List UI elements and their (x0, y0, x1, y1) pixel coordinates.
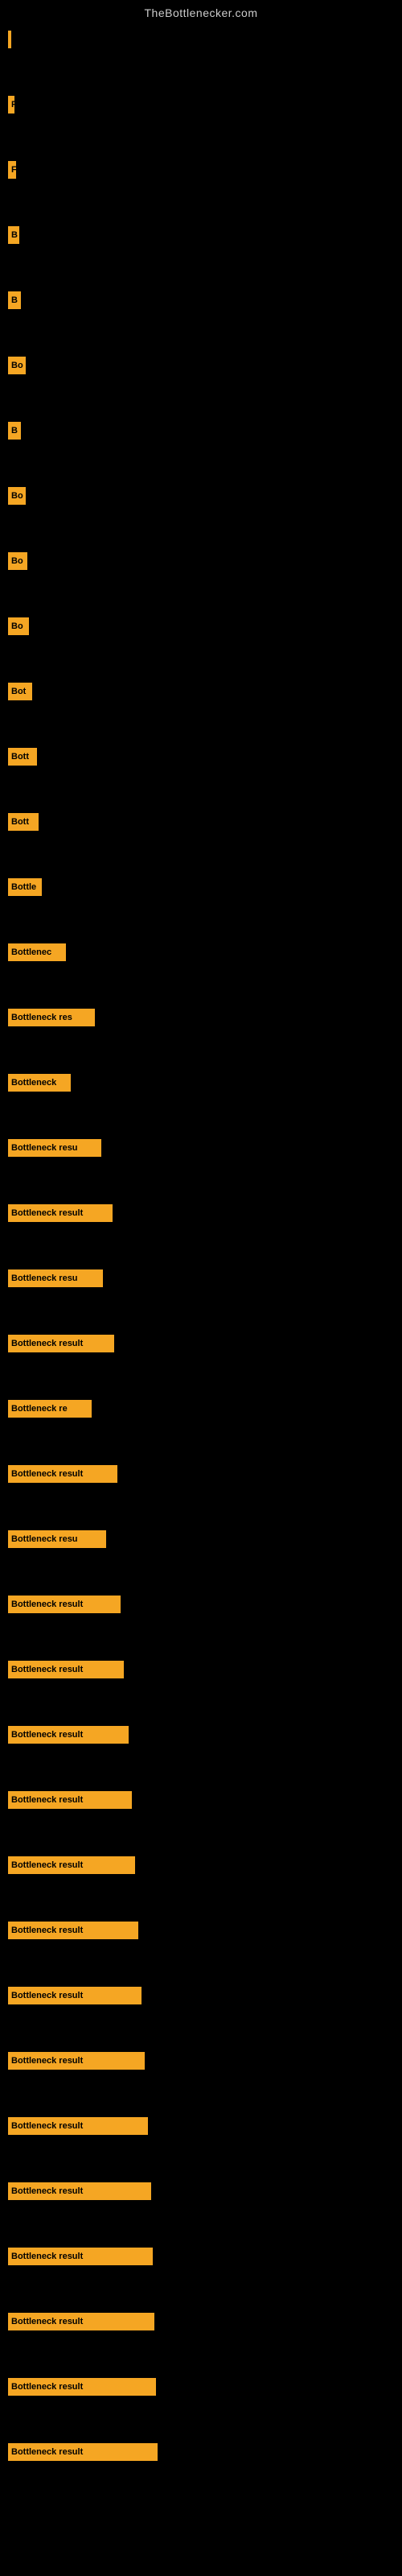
bar-item: Bo (8, 617, 29, 635)
bar-row: Bottleneck result (8, 1661, 402, 1678)
bar-row: Bottleneck result (8, 1596, 402, 1613)
bar-row: Bott (8, 813, 402, 831)
bar-row: Bott (8, 748, 402, 766)
bars-container: F F B B Bo B Bo Bo Bo Bot Bott Bott Bottle Bottlenec B… (0, 23, 402, 2508)
bar-row: Bottleneck result (8, 1987, 402, 2004)
bar-item: Bottle (8, 878, 42, 896)
bar-item: Bottlenec (8, 943, 66, 961)
bar-row: Bottleneck result (8, 2117, 402, 2135)
bar-item: Bottleneck resu (8, 1530, 106, 1548)
bar-item: Bo (8, 552, 27, 570)
bar-row: Bottleneck result (8, 1856, 402, 1874)
bar-row: B (8, 291, 402, 309)
bar-item: Bottleneck res (8, 1009, 95, 1026)
bar-row: Bottleneck result (8, 1922, 402, 1939)
bar-row: B (8, 422, 402, 440)
bar-item: Bottleneck result (8, 1856, 135, 1874)
bar-item: Bottleneck (8, 1074, 71, 1092)
bar-item: Bottleneck result (8, 1791, 132, 1809)
bar-item: B (8, 422, 21, 440)
bar-row: Bottleneck result (8, 2182, 402, 2200)
bar-item: Bo (8, 357, 26, 374)
bar-row: Bottleneck result (8, 2443, 402, 2461)
bar-item: Bo (8, 487, 26, 505)
bar-row: Bottleneck result (8, 2248, 402, 2265)
bar-item: Bottleneck result (8, 1204, 113, 1222)
bar-item: Bottleneck result (8, 1922, 138, 1939)
bar-item: Bottleneck result (8, 2182, 151, 2200)
bar-item: Bottleneck result (8, 1335, 114, 1352)
bar-row: Bottleneck result (8, 2378, 402, 2396)
bar-item: B (8, 291, 21, 309)
bar-item: Bottleneck resu (8, 1139, 101, 1157)
bar-row: B (8, 226, 402, 244)
bar-item: Bottleneck result (8, 2313, 154, 2330)
bar-item: Bottleneck result (8, 2248, 153, 2265)
bar-row: Bottle (8, 878, 402, 896)
bar-item: B (8, 226, 19, 244)
bar-row: Bottleneck result (8, 1791, 402, 1809)
bar-row: Bo (8, 552, 402, 570)
bar-item: Bottleneck result (8, 1596, 121, 1613)
bar-item: Bottleneck resu (8, 1269, 103, 1287)
bar-item: Bottleneck result (8, 1726, 129, 1744)
bar-item: Bottleneck result (8, 2443, 158, 2461)
bar-row: Bottleneck result (8, 1335, 402, 1352)
bar-row: Bot (8, 683, 402, 700)
bar-item: Bottleneck result (8, 2117, 148, 2135)
bar-row (8, 31, 402, 48)
bar-row: Bottleneck resu (8, 1269, 402, 1287)
bar-row: Bottleneck re (8, 1400, 402, 1418)
bar-item: Bottleneck result (8, 1987, 142, 2004)
bar-row: Bottleneck result (8, 2052, 402, 2070)
bar-row: Bo (8, 357, 402, 374)
bar-item: Bottleneck result (8, 2378, 156, 2396)
bar-row: Bottleneck res (8, 1009, 402, 1026)
bar-item: F (8, 96, 14, 114)
bar-row: Bottleneck result (8, 1204, 402, 1222)
bar-row: Bottleneck result (8, 2313, 402, 2330)
bar-item: Bott (8, 813, 39, 831)
bar-item: Bottleneck result (8, 1661, 124, 1678)
bar-row: Bo (8, 617, 402, 635)
bar-row: Bottleneck (8, 1074, 402, 1092)
bar-row: Bottlenec (8, 943, 402, 961)
bar-row: F (8, 96, 402, 114)
bar-row: F (8, 161, 402, 179)
bar-item (8, 31, 11, 48)
bar-row: Bottleneck result (8, 1465, 402, 1483)
bar-row: Bo (8, 487, 402, 505)
bar-item: Bottleneck result (8, 2052, 145, 2070)
site-title: TheBottlenecker.com (0, 0, 402, 23)
bar-item: F (8, 161, 16, 179)
bar-item: Bottleneck re (8, 1400, 92, 1418)
bar-row: Bottleneck result (8, 1726, 402, 1744)
bar-item: Bot (8, 683, 32, 700)
bar-item: Bott (8, 748, 37, 766)
bar-row: Bottleneck resu (8, 1139, 402, 1157)
bar-item: Bottleneck result (8, 1465, 117, 1483)
bar-row: Bottleneck resu (8, 1530, 402, 1548)
